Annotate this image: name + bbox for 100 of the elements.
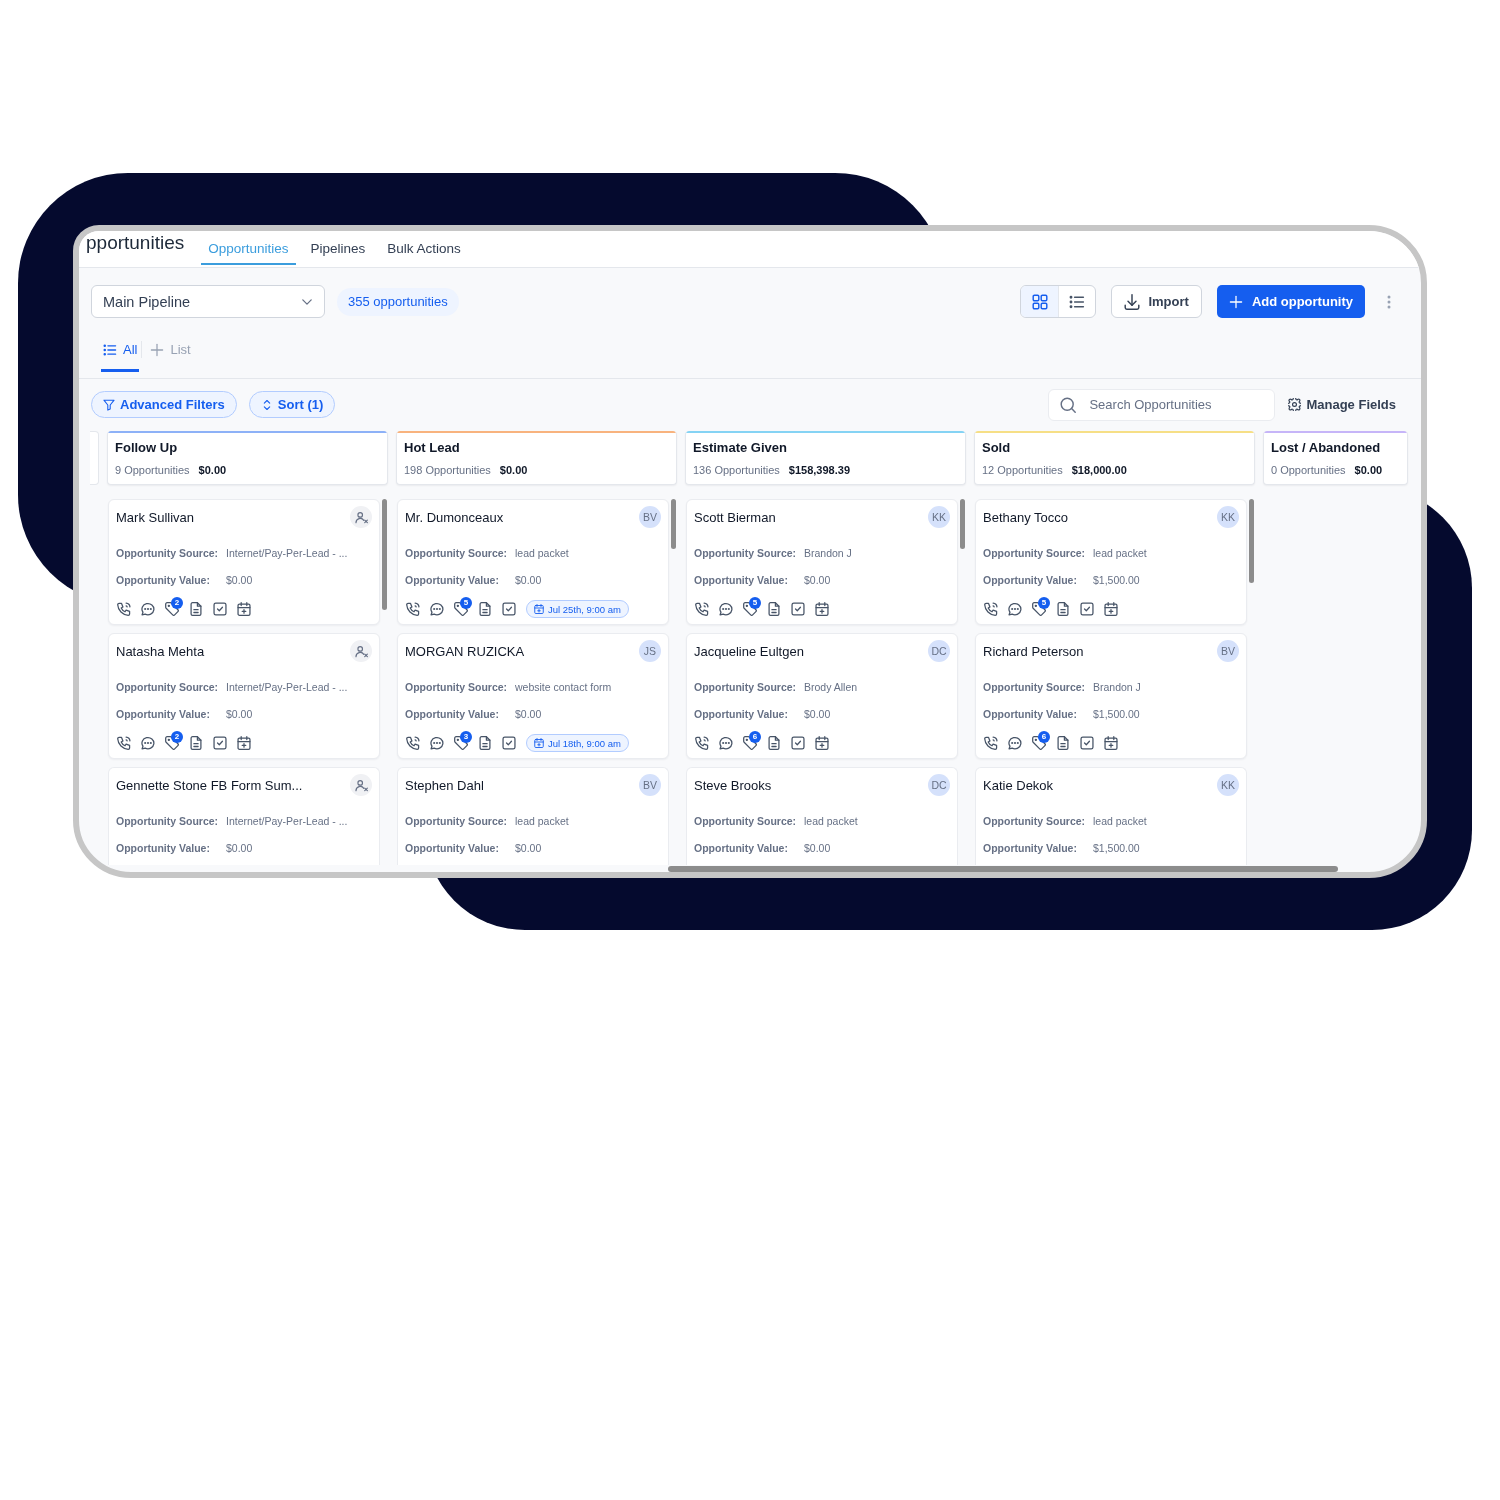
field-value: Internet/Pay-Per-Lead - ... (226, 680, 348, 694)
scrollbar-thumb[interactable] (960, 499, 965, 549)
field-value: $0.00 (804, 573, 831, 587)
field-label: Opportunity Value: (694, 841, 789, 855)
pipeline-dropdown[interactable]: Main Pipeline (91, 285, 325, 318)
column-title: Sold (982, 439, 1012, 456)
scrollbar-thumb[interactable] (1249, 499, 1254, 583)
search-field[interactable]: Search Opportunities (1048, 388, 1276, 421)
field-value: $0.00 (804, 707, 831, 721)
contact-name: Natasha Mehta (116, 643, 205, 659)
document-icon (189, 736, 203, 750)
scrollbar-thumb[interactable] (671, 499, 676, 549)
count-badge: 5 (1038, 597, 1050, 609)
tag-icon (165, 736, 179, 750)
field-label: Opportunity Source: (983, 680, 1087, 694)
scrollbar-thumb[interactable] (382, 499, 387, 610)
field-value: $1,500.00 (1093, 573, 1140, 587)
contact-name: Stephen Dahl (405, 777, 484, 793)
document-icon (478, 736, 492, 750)
opportunity-card[interactable]: Jacqueline Eultgen DC Opportunity Source: Brody Allen Opportunity Value: $0.00 6 (686, 633, 958, 759)
field-label: Opportunity Source: (405, 680, 509, 694)
plus-icon (1228, 294, 1243, 309)
checkbox-icon (1080, 602, 1094, 616)
field-label: Opportunity Value: (694, 707, 789, 721)
field-label: Opportunity Value: (405, 707, 500, 721)
field-label: Opportunity Source: (983, 546, 1087, 560)
opportunity-card[interactable]: Richard Peterson BV Opportunity Source: Brandon J Opportunity Value: $1,500.00 6 (975, 633, 1247, 759)
opportunity-card[interactable]: Steve Brooks DC Opportunity Source: lead packet Opportunity Value: $0.00 (686, 767, 958, 865)
field-label: Opportunity Source: (116, 814, 220, 828)
count-badge: 5 (460, 597, 472, 609)
opportunity-card[interactable]: MORGAN RUZICKA JS Opportunity Source: website contact form Opportunity Value: $0.00 3 Jul 18th, 9:00 am (397, 633, 669, 759)
search-icon (1060, 396, 1077, 413)
field-value: lead packet (515, 814, 569, 828)
chat-icon (141, 602, 155, 616)
field-value: $0.00 (515, 573, 542, 587)
appointment-chip[interactable]: Jul 25th, 9:00 am (526, 600, 629, 618)
contact-name: Jacqueline Eultgen (694, 643, 804, 659)
column-title: Estimate Given (693, 439, 788, 456)
field-value: $0.00 (226, 707, 253, 721)
document-icon (189, 602, 203, 616)
opportunity-card[interactable]: Stephen Dahl BV Opportunity Source: lead packet Opportunity Value: $0.00 (397, 767, 669, 865)
nav-tab[interactable]: Bulk Actions (380, 231, 468, 265)
opportunity-card[interactable]: Bethany Tocco KK Opportunity Source: lead packet Opportunity Value: $1,500.00 5 (975, 499, 1247, 625)
field-value: lead packet (804, 814, 858, 828)
field-value: $1,500.00 (1093, 707, 1140, 721)
checkbox-icon (791, 602, 805, 616)
tag-icon (743, 736, 757, 750)
add-opportunity-button[interactable]: Add opportunity (1216, 285, 1365, 318)
tag-icon (454, 736, 468, 750)
checkbox-icon (502, 736, 516, 750)
opportunity-card[interactable]: Natasha Mehta Opportunity Source: Internet/Pay-Per-Lead - ... Opportunity Value: $0.00 2 (108, 633, 380, 759)
phone-icon (984, 602, 998, 616)
assignee-avatar: BV (1217, 640, 1239, 662)
opportunity-card[interactable]: Scott Bierman KK Opportunity Source: Brandon J Opportunity Value: $0.00 5 (686, 499, 958, 625)
assignee-avatar: DC (928, 640, 950, 662)
list-icon (103, 343, 117, 357)
opportunity-card[interactable]: Gennette Stone FB Form Sum... Opportunity Source: Internet/Pay-Per-Lead - ... Opportunity Value: $0.00 (108, 767, 380, 865)
count-badge: 3 (460, 731, 472, 743)
assignee-avatar: BV (639, 506, 661, 528)
phone-icon (406, 736, 420, 750)
filter-button[interactable]: Sort (1) (248, 391, 336, 418)
calendar-plus-icon (1104, 736, 1118, 750)
assignee-avatar: BV (639, 774, 661, 796)
column-total: $0.00 (1354, 463, 1383, 477)
field-value: $0.00 (804, 841, 831, 855)
field-label: Opportunity Source: (694, 680, 798, 694)
checkbox-icon (1080, 736, 1094, 750)
checkbox-icon (791, 736, 805, 750)
assignee-avatar: KK (928, 506, 950, 528)
contact-name: Steve Brooks (694, 777, 772, 793)
calendar-icon (534, 604, 544, 614)
filter-button[interactable]: Advanced Filters (91, 391, 237, 418)
calendar-plus-icon (1104, 602, 1118, 616)
appointment-chip[interactable]: Jul 18th, 9:00 am (526, 734, 629, 752)
opportunity-card[interactable]: Mark Sullivan Opportunity Source: Internet/Pay-Per-Lead - ... Opportunity Value: $0.00 2 (108, 499, 380, 625)
import-button[interactable]: Import (1111, 285, 1202, 318)
chat-icon (141, 736, 155, 750)
chat-icon (1008, 602, 1022, 616)
field-value: $0.00 (515, 707, 542, 721)
list-view-icon (1069, 293, 1086, 310)
list-tab[interactable]: All (101, 340, 140, 372)
column-total: $18,000.00 (1071, 463, 1127, 477)
contact-name: Bethany Tocco (983, 509, 1069, 525)
plus-icon (150, 343, 165, 357)
tag-icon (743, 602, 757, 616)
contact-name: Katie Dekok (983, 777, 1054, 793)
opportunity-card[interactable]: Mr. Dumonceaux BV Opportunity Source: lead packet Opportunity Value: $0.00 5 Jul 25th, 9:00 am (397, 499, 669, 625)
calendar-plus-icon (815, 602, 829, 616)
nav-tab[interactable]: Pipelines (303, 231, 373, 265)
manage-fields-button[interactable]: Manage Fields (1288, 397, 1396, 412)
field-label: Opportunity Value: (694, 573, 789, 587)
document-icon (478, 602, 492, 616)
field-value: Brandon J (1093, 680, 1141, 694)
view-mode-button[interactable] (1021, 286, 1059, 317)
chat-icon (430, 736, 444, 750)
contact-name: Mark Sullivan (116, 509, 195, 525)
chat-icon (719, 736, 733, 750)
scrollbar-thumb[interactable] (668, 866, 1338, 872)
opportunity-card[interactable]: Katie Dekok KK Opportunity Source: lead packet Opportunity Value: $1,500.00 (975, 767, 1247, 865)
column-title: Lost / Abandoned (1271, 439, 1382, 456)
